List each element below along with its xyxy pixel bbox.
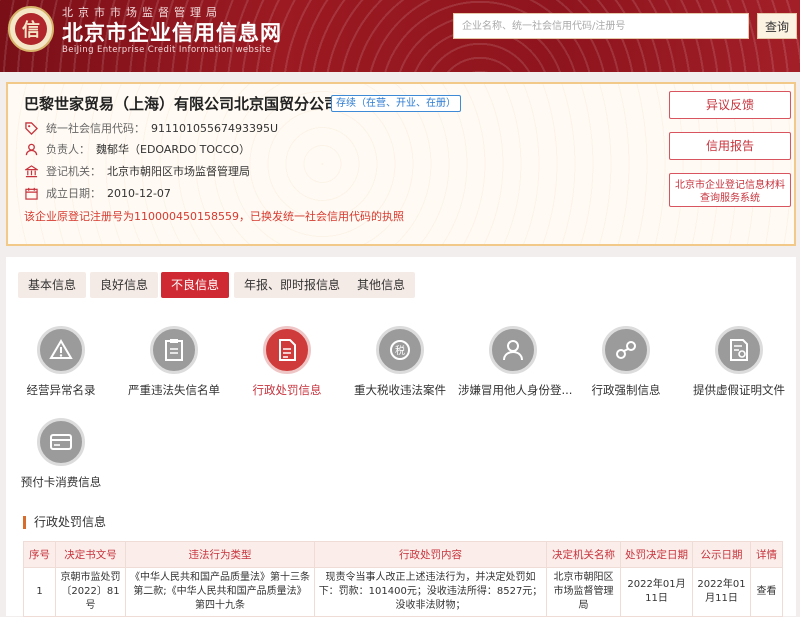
category-label: 行政处罚信息 <box>252 383 322 397</box>
category-false-certificate[interactable]: 提供虚假证明文件 <box>684 326 794 398</box>
search-input[interactable] <box>453 13 749 39</box>
warning-icon <box>37 326 85 374</box>
penalty-table: 序号 决定书文号 违法行为类型 行政处罚内容 决定机关名称 处罚决定日期 公示日… <box>23 541 783 617</box>
person-value: 魏郁华（EDOARDO TOCCO） <box>96 143 251 156</box>
tag-icon <box>24 121 38 135</box>
category-tax-violation[interactable]: 税 重大税收违法案件 <box>345 326 455 398</box>
authority-label: 登记机关： <box>46 165 101 178</box>
certificate-icon <box>715 326 763 374</box>
status-badge: 存续（在营、开业、在册） <box>331 95 461 112</box>
search-button[interactable]: 查询 <box>757 13 797 39</box>
category-admin-enforcement[interactable]: 行政强制信息 <box>571 326 681 398</box>
date-value: 2010-12-07 <box>107 186 171 200</box>
company-name: 巴黎世家贸易（上海）有限公司北京国贸分公司 <box>24 95 340 113</box>
credit-code-value: 91110105567493395U <box>151 121 279 135</box>
objection-button[interactable]: 异议反馈 <box>669 91 791 119</box>
table-header-row: 序号 决定书文号 违法行为类型 行政处罚内容 决定机关名称 处罚决定日期 公示日… <box>23 541 783 568</box>
site-title: 北京市企业信用信息网 <box>62 21 282 45</box>
site-title-en: BeiJing Enterprise Credit Information we… <box>62 45 272 55</box>
date-label: 成立日期： <box>46 187 101 200</box>
category-identity-fraud[interactable]: 涉嫌冒用他人身份登... <box>458 326 573 398</box>
cell-authority: 北京市朝阳区市场监督管理局 <box>546 567 621 617</box>
person-label: 负责人： <box>46 143 90 156</box>
col-decision-date: 处罚决定日期 <box>620 541 693 568</box>
date-row: 成立日期： 2010-12-07 <box>24 185 171 201</box>
category-label: 提供虚假证明文件 <box>693 383 785 397</box>
category-label: 经营异常名录 <box>26 383 96 397</box>
col-violation: 违法行为类型 <box>125 541 315 568</box>
registration-note: 该企业原登记注册号为110000450158559，已换发统一社会信用代码的执照 <box>24 210 404 223</box>
site-logo[interactable]: 信 <box>8 6 54 52</box>
cell-index: 1 <box>23 567 56 617</box>
credit-code-row: 统一社会信用代码： 91110105567493395U <box>24 120 278 136</box>
col-authority: 决定机关名称 <box>546 541 621 568</box>
tab-annual-report[interactable]: 年报、即时报信息 <box>234 272 351 298</box>
building-icon <box>24 164 38 178</box>
person-icon <box>489 326 537 374</box>
category-label: 行政强制信息 <box>591 383 661 397</box>
category-prepaid-card[interactable]: 预付卡消费信息 <box>6 418 116 490</box>
tab-basic-info[interactable]: 基本信息 <box>18 272 87 298</box>
document-icon <box>263 326 311 374</box>
cell-doc-no: 京朝市监处罚〔2022〕81号 <box>55 567 126 617</box>
handcuffs-icon <box>602 326 650 374</box>
registration-system-button[interactable]: 北京市企业登记信息材料 查询服务系统 <box>669 173 791 207</box>
card-icon <box>37 418 85 466</box>
person-row: 负责人： 魏郁华（EDOARDO TOCCO） <box>24 141 250 157</box>
category-label: 涉嫌冒用他人身份登... <box>458 383 573 397</box>
authority-value: 北京市朝阳区市场监督管理局 <box>107 165 250 178</box>
tab-other-info[interactable]: 其他信息 <box>347 272 416 298</box>
tab-bad-info[interactable]: 不良信息 <box>161 272 230 298</box>
category-business-abnormal[interactable]: 经营异常名录 <box>6 326 116 398</box>
category-label: 严重违法失信名单 <box>128 383 220 397</box>
tax-icon: 税 <box>376 326 424 374</box>
credit-report-button[interactable]: 信用报告 <box>669 132 791 160</box>
cell-publish-date: 2022年01月11日 <box>692 567 751 617</box>
cell-content: 现责令当事人改正上述违法行为，并决定处罚如下：罚款：101400元；没收违法所得… <box>314 567 547 617</box>
category-serious-violation[interactable]: 严重违法失信名单 <box>119 326 229 398</box>
detail-link[interactable]: 查看 <box>750 567 783 617</box>
authority-row: 登记机关： 北京市朝阳区市场监督管理局 <box>24 163 250 179</box>
logo-char: 信 <box>15 13 47 45</box>
col-publish-date: 公示日期 <box>692 541 751 568</box>
col-index: 序号 <box>23 541 56 568</box>
person-icon <box>24 142 38 156</box>
category-admin-penalty[interactable]: 行政处罚信息 <box>232 326 342 398</box>
tab-good-info[interactable]: 良好信息 <box>90 272 159 298</box>
registration-line-1: 北京市企业登记信息材料 <box>675 179 785 191</box>
main-panel: 基本信息 良好信息 不良信息 年报、即时报信息 其他信息 经营异常名录 严重违法… <box>6 257 796 617</box>
calendar-icon <box>24 186 38 200</box>
col-detail: 详情 <box>750 541 783 568</box>
category-label: 重大税收违法案件 <box>354 383 446 397</box>
registration-line-2: 查询服务系统 <box>700 192 760 204</box>
cell-decision-date: 2022年01月11日 <box>620 567 693 617</box>
table-row: 1 京朝市监处罚〔2022〕81号 《中华人民共和国产品质量法》第十三条第二款;… <box>23 567 783 617</box>
col-doc-no: 决定书文号 <box>55 541 126 568</box>
credit-code-label: 统一社会信用代码： <box>46 122 145 135</box>
cell-violation: 《中华人民共和国产品质量法》第十三条第二款;《中华人民共和国产品质量法》第四十九… <box>125 567 315 617</box>
site-header: 信 北京市市场监督管理局 北京市企业信用信息网 BeiJing Enterpri… <box>0 0 800 72</box>
company-card: 巴黎世家贸易（上海）有限公司北京国贸分公司 存续（在营、开业、在册） 统一社会信… <box>6 82 796 246</box>
clipboard-icon <box>150 326 198 374</box>
col-content: 行政处罚内容 <box>314 541 547 568</box>
category-label: 预付卡消费信息 <box>20 475 102 489</box>
svg-text:税: 税 <box>395 344 405 357</box>
section-title: 行政处罚信息 <box>23 516 106 529</box>
